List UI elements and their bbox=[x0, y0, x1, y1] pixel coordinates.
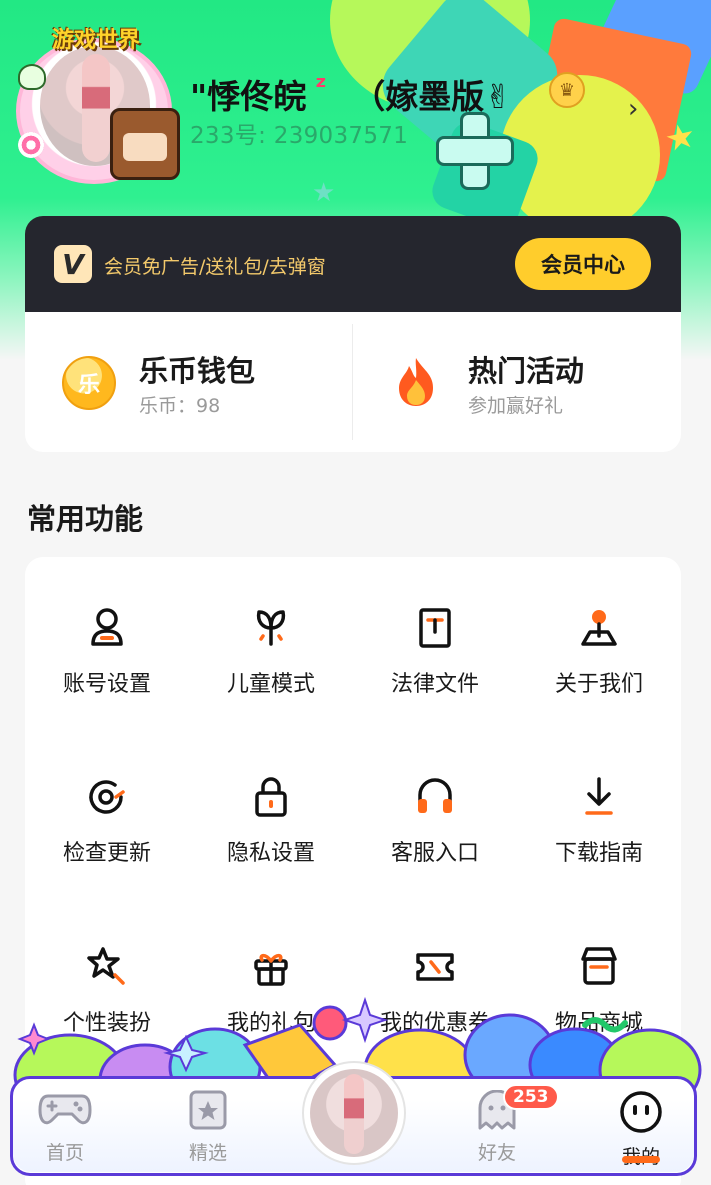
func-label: 账号设置 bbox=[62, 672, 151, 697]
headset-icon bbox=[418, 778, 452, 813]
user-id: 233号: 239037571 bbox=[190, 123, 409, 149]
small-star-sticker-icon: ★ bbox=[312, 178, 336, 208]
ticket-icon bbox=[416, 953, 454, 981]
member-center-button[interactable]: 会员中心 bbox=[515, 238, 651, 290]
func-label: 下载指南 bbox=[554, 841, 643, 866]
mascot-sticker-icon bbox=[110, 108, 180, 180]
refresh-icon bbox=[89, 780, 125, 814]
fire-icon[interactable] bbox=[393, 356, 439, 408]
user-icon bbox=[91, 608, 123, 646]
card-divider bbox=[352, 324, 353, 440]
chevron-right-icon[interactable]: › bbox=[628, 94, 638, 124]
func-label: 儿童模式 bbox=[226, 672, 315, 697]
tab-label: 首页 bbox=[45, 1142, 84, 1164]
zzz-icon: ᶻ bbox=[315, 70, 327, 103]
func-customer-service[interactable]: 客服入口 bbox=[353, 775, 517, 867]
func-account-settings[interactable]: 账号设置 bbox=[25, 606, 189, 698]
gamepad-icon bbox=[38, 1094, 92, 1125]
func-child-mode[interactable]: 儿童模式 bbox=[189, 606, 353, 698]
avatar-figure bbox=[344, 1074, 364, 1154]
vip-benefits-text: 会员免广告/送礼包/去弹窗 bbox=[104, 256, 326, 278]
friends-count-badge: 253 bbox=[503, 1084, 559, 1110]
func-label: 检查更新 bbox=[62, 841, 151, 866]
username-suffix: （嫁墨版✌ bbox=[352, 77, 512, 116]
coin-icon[interactable]: 乐 bbox=[62, 356, 116, 410]
lollipop-sticker-icon bbox=[18, 132, 44, 158]
sprout-icon bbox=[256, 610, 286, 646]
func-legal-docs[interactable]: 法律文件 bbox=[353, 606, 517, 698]
func-label: 客服入口 bbox=[390, 841, 479, 866]
tab-home[interactable]: 首页 bbox=[20, 1090, 110, 1165]
common-functions-title: 常用功能 bbox=[27, 502, 144, 536]
smile-face-icon bbox=[620, 1091, 662, 1133]
skull-sticker-icon bbox=[18, 64, 46, 90]
active-tab-indicator bbox=[622, 1156, 660, 1163]
star-wand-icon bbox=[87, 947, 125, 985]
map-pin-icon bbox=[581, 610, 617, 646]
plus-sticker-icon bbox=[432, 108, 514, 190]
featured-star-icon bbox=[189, 1090, 227, 1130]
tab-label: 好友 bbox=[477, 1142, 516, 1164]
wallet-balance: 乐币：98 bbox=[139, 395, 221, 417]
hot-activity-subtitle: 参加赢好礼 bbox=[468, 395, 564, 417]
crown-icon[interactable]: ♛ bbox=[549, 72, 585, 108]
func-check-update[interactable]: 检查更新 bbox=[25, 775, 189, 867]
store-icon bbox=[581, 947, 617, 985]
wallet-title[interactable]: 乐币钱包 bbox=[139, 348, 255, 390]
func-privacy-settings[interactable]: 隐私设置 bbox=[189, 775, 353, 867]
game-world-logo: 游戏世界 bbox=[52, 27, 141, 52]
func-download-guide[interactable]: 下载指南 bbox=[517, 775, 681, 867]
vip-v-icon: V bbox=[54, 245, 92, 283]
username-main: "悸佟皖 bbox=[190, 77, 307, 116]
func-about-us[interactable]: 关于我们 bbox=[517, 606, 681, 698]
func-label: 法律文件 bbox=[390, 672, 479, 697]
username[interactable]: "悸佟皖 （嫁墨版✌ bbox=[190, 70, 512, 118]
tab-label: 精选 bbox=[188, 1142, 227, 1164]
func-label: 关于我们 bbox=[554, 672, 643, 697]
hot-activity-title[interactable]: 热门活动 bbox=[468, 348, 584, 390]
document-icon bbox=[419, 608, 451, 648]
tab-featured[interactable]: 精选 bbox=[163, 1090, 253, 1165]
func-label: 隐私设置 bbox=[226, 841, 315, 866]
gift-icon bbox=[254, 953, 288, 986]
avatar-figure bbox=[82, 54, 110, 162]
lock-icon bbox=[255, 777, 287, 817]
download-icon bbox=[585, 777, 613, 815]
